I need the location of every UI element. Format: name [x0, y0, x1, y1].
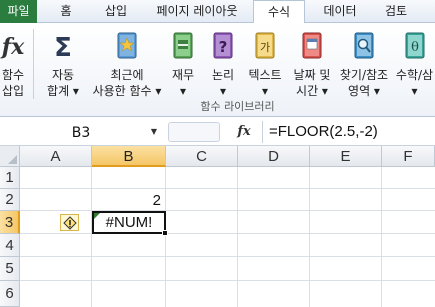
- ribbon-formulas: fx 함수 삽입 Σ 자동 합계 ▾ 최근에 사용한 함수 ▾ 재무 ▾ ? 논…: [0, 23, 435, 117]
- warning-diamond-icon: [63, 216, 77, 230]
- insert-function-label-2: 삽입: [1, 84, 25, 98]
- autosum-button[interactable]: Σ 자동합계 ▾: [40, 27, 86, 103]
- insert-function-fx-button[interactable]: fx: [233, 121, 255, 143]
- insert-function-label-1: 함수: [1, 68, 25, 82]
- tab-file[interactable]: 파일: [0, 0, 37, 23]
- formula-bar-resize-handle[interactable]: [168, 122, 220, 142]
- recently-used-label-2: 사용한 함수 ▾: [92, 84, 162, 98]
- fx-icon: fx: [0, 34, 25, 60]
- insert-function-button[interactable]: fx 함수삽입: [0, 27, 26, 103]
- worksheet-grid: A B C D E F 1 2 3 4 5 6 2 #NUM!: [0, 146, 435, 307]
- error-indicator-triangle-icon: [94, 213, 100, 219]
- logic-book-icon: ?: [213, 32, 233, 59]
- logical-label-1: 논리: [211, 68, 235, 82]
- text-label-2: ▾: [261, 84, 269, 98]
- recently-used-label-1: 최근에: [110, 68, 144, 82]
- finance-book-icon: [173, 32, 193, 59]
- date-time-label-1: 날짜 및: [293, 68, 331, 82]
- tab-home[interactable]: 홈: [46, 0, 86, 23]
- name-box[interactable]: B3: [2, 121, 160, 143]
- lookup-reference-button[interactable]: 찾기/참조영역 ▾: [336, 27, 392, 103]
- select-all-triangle-icon: [8, 155, 17, 164]
- math-trig-label-2: ▾: [411, 84, 418, 98]
- gridline: [20, 233, 435, 234]
- text-book-icon: 가: [255, 32, 275, 59]
- math-trig-button[interactable]: θ 수학/삼 ▾: [394, 27, 435, 103]
- row-header-3[interactable]: 3: [0, 211, 20, 234]
- row-header-5[interactable]: 5: [0, 257, 20, 281]
- lookup-reference-label-2: 영역 ▾: [348, 84, 380, 98]
- formula-input[interactable]: =FLOOR(2.5,-2): [262, 121, 435, 143]
- lookup-book-icon: [354, 32, 374, 59]
- tab-page-layout[interactable]: 페이지 레이아웃: [144, 0, 250, 23]
- tab-data[interactable]: 데이터: [310, 0, 370, 23]
- error-check-button[interactable]: [60, 214, 79, 231]
- column-header-f[interactable]: F: [382, 146, 435, 167]
- financial-label-1: 재무: [171, 68, 195, 82]
- select-all-corner[interactable]: [0, 146, 20, 167]
- column-header-d[interactable]: D: [238, 146, 310, 167]
- svg-text:fx: fx: [0, 34, 25, 60]
- autosum-label-2: 합계 ▾: [47, 84, 79, 98]
- svg-text:가: 가: [260, 41, 270, 54]
- recently-used-button[interactable]: 최근에사용한 함수 ▾: [90, 27, 164, 103]
- math-trig-label-1: 수학/삼: [395, 68, 434, 82]
- svg-text:θ: θ: [411, 40, 419, 55]
- cell-b3-selected[interactable]: #NUM!: [92, 211, 168, 236]
- column-header-b[interactable]: B: [92, 146, 166, 167]
- logical-button[interactable]: ? 논리 ▾: [206, 27, 240, 103]
- text-label-1: 텍스트: [248, 68, 282, 82]
- gridline: [20, 256, 435, 257]
- cell-b3-value: #NUM!: [105, 214, 153, 231]
- autosum-label-1: 자동: [51, 68, 75, 82]
- financial-button[interactable]: 재무 ▾: [166, 27, 200, 103]
- tab-insert[interactable]: 삽입: [92, 0, 140, 23]
- financial-label-2: ▾: [179, 84, 187, 98]
- tab-formulas[interactable]: 수식: [253, 0, 305, 24]
- name-box-dropdown-icon[interactable]: ▼: [148, 121, 160, 143]
- sigma-icon: Σ: [54, 33, 72, 61]
- date-time-label-2: 시간 ▾: [296, 84, 328, 98]
- column-header-e[interactable]: E: [310, 146, 382, 167]
- column-header-c[interactable]: C: [166, 146, 238, 167]
- math-book-icon: θ: [405, 32, 424, 59]
- function-library-group-label: 함수 라이브러리: [200, 100, 275, 113]
- ribbon-separator: [33, 29, 34, 99]
- column-header-a[interactable]: A: [20, 146, 92, 167]
- cell-b2[interactable]: 2: [92, 191, 164, 210]
- svg-text:?: ?: [219, 38, 228, 56]
- fill-handle[interactable]: [162, 230, 168, 236]
- text-button[interactable]: 가 텍스트 ▾: [244, 27, 286, 103]
- svg-text:Σ: Σ: [54, 33, 72, 61]
- row-header-2[interactable]: 2: [0, 189, 20, 211]
- row-header-1[interactable]: 1: [0, 167, 20, 189]
- date-time-button[interactable]: 날짜 및시간 ▾: [288, 27, 336, 103]
- date-book-icon: [302, 32, 322, 59]
- ribbon-tab-bar: 파일 홈 삽입 페이지 레이아웃 수식 데이터 검토: [0, 0, 435, 24]
- lookup-reference-label-1: 찾기/참조: [339, 68, 389, 82]
- row-header-6[interactable]: 6: [0, 281, 20, 307]
- gridline: [20, 280, 435, 281]
- tab-review[interactable]: 검토: [374, 0, 418, 23]
- formula-bar: B3 ▼ fx =FLOOR(2.5,-2): [0, 118, 435, 146]
- logical-label-2: ▾: [219, 84, 227, 98]
- recent-book-icon: [117, 32, 137, 59]
- gridline: [20, 210, 435, 211]
- gridline: [20, 188, 435, 189]
- row-header-4[interactable]: 4: [0, 234, 20, 257]
